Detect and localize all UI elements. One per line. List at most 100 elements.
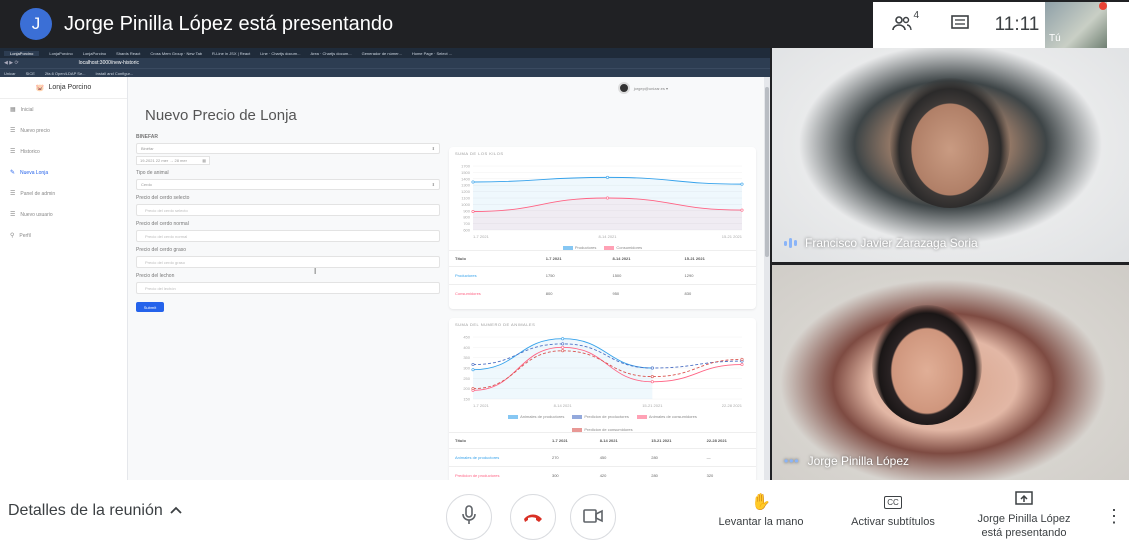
price-input[interactable]: Precio del cerdo normal [136,230,440,242]
browser-tab[interactable]: Area · Chartjs docum... [310,51,351,56]
presenting-button[interactable]: Jorge Pinilla López está presentando [958,488,1090,540]
legend-label: Predicion de consumidores [584,427,633,432]
data-point[interactable] [650,380,654,384]
browser-tab[interactable]: Shards React [116,51,140,56]
browser-tab[interactable]: LonjaPorcino [83,51,106,56]
people-button[interactable]: 4 [873,2,931,48]
user-menu[interactable]: jorgep@unizar.es ▾ [634,86,668,91]
legend-swatch [604,245,615,250]
browser-tab[interactable]: Line · Chartjs docum... [260,51,300,56]
browser-tab[interactable]: Home Page · Select ... [412,51,452,56]
week-date-value: 19-2021 22 mer → 28 mer [140,158,187,163]
table-row: Animales de productores 270 450 280— [449,448,756,467]
tipo-select[interactable]: Cerdo ⬍ [136,179,440,190]
self-video-tile[interactable]: Tú [1045,2,1107,48]
data-point[interactable] [740,363,744,367]
data-point[interactable] [561,349,565,353]
camera-button[interactable] [570,494,616,540]
legend-item[interactable]: Consumidores [604,245,642,250]
lonja-select-value: Binéfar [141,146,154,151]
table-cell: 1500 [606,266,679,285]
data-point[interactable] [471,387,475,391]
browser-tab[interactable]: Generador de númer... [362,51,402,56]
price-input[interactable]: Precio del lechón [136,282,440,294]
select-arrow-icon: ⬍ [431,182,435,187]
data-point[interactable] [561,342,565,346]
tipo-select-value: Cerdo [141,182,152,187]
x-tick-label: 22-28 2021 [722,403,743,408]
data-point[interactable] [606,196,610,200]
app-content: jorgep@unizar.es ▾ Nuevo Precio de Lonja… [128,77,764,480]
legend-item[interactable]: Animales de productores [508,414,564,419]
user-avatar[interactable] [617,82,630,94]
lonja-select[interactable]: Binéfar ⬍ [136,143,440,154]
browser-tab[interactable]: LonjaPorcino [4,50,40,56]
captions-button[interactable]: CC Activar subtítulos [838,492,948,528]
bookmark-item[interactable]: 2fa.6 Open/LDAP Se... [45,71,86,76]
data-point[interactable] [471,368,475,372]
data-point[interactable] [561,337,565,341]
table-cell: 1290 [678,266,756,285]
sidebar-item-label: Nuevo precio [20,127,50,134]
legend-item[interactable]: Predicion de consumidores [572,427,633,432]
data-point[interactable] [650,366,654,370]
row-label: Productores [449,266,540,285]
browser-tab[interactable]: R-Line in JSX | React [212,51,250,56]
microphone-icon [462,504,476,530]
calendar-icon: ▦ [202,158,206,163]
y-tick-label: 1000 [461,202,471,207]
data-point[interactable] [650,375,654,379]
browser-address-bar: ◀ ▶ ⟳ localhost:3000/new-historic [0,58,770,68]
sidebar-item-panel-de-admin[interactable]: ☰ Panel de admin [0,183,127,204]
sidebar-item-inicial[interactable]: ▦ Inicial [0,99,127,120]
data-point[interactable] [740,208,744,212]
hand-icon: ✋ [751,494,771,511]
data-point[interactable] [740,182,744,186]
raise-hand-button[interactable]: ✋ Levantar la mano [706,492,816,528]
participant-name-tag: Francisco Javier Zarazaga Soria [784,236,978,250]
more-options-icon[interactable]: ⋮ [1105,506,1123,527]
participant-count: 4 [913,10,919,21]
price-input-placeholder: Precio del cerdo selecto [145,207,188,213]
sidebar-item-label: Nueva Lonja [20,169,49,176]
participant-tile[interactable]: ••• Jorge Pinilla López [772,265,1129,480]
participant-tile[interactable]: Francisco Javier Zarazaga Soria [772,48,1129,262]
week-date-picker[interactable]: 19-2021 22 mer → 28 mer ▦ [136,156,210,165]
sidebar-item-nuevo-usuario[interactable]: ☰ Nuevo usuario [0,204,127,225]
participant-name-tag: ••• Jorge Pinilla López [784,454,909,468]
bookmark-item[interactable]: SICE [26,71,35,76]
data-point[interactable] [471,363,475,367]
legend-item[interactable]: Predicion de productores [572,414,629,419]
sidebar-item-nueva-lonja[interactable]: ✎ Nueva Lonja [0,162,127,183]
hang-up-button[interactable] [510,494,556,540]
page-scrollbar[interactable] [764,77,770,480]
sidebar-item-historico[interactable]: ☰ Historico [0,141,127,162]
animales-table: Título 1-7 2021 8-14 2021 15-21 2021 22-28 2… [449,432,756,480]
meeting-top-controls: 4 11:11 Tú [873,2,1129,48]
price-input[interactable]: Precio del cerdo selecto [136,204,440,216]
kilos-card: SUMA DE LOS KILOS 1700 1500 1400 1300 1200 11… [449,147,756,309]
table-cell: — [700,448,756,467]
price-input[interactable]: Precio del cerdo graso [136,256,440,268]
bookmark-item[interactable]: Unicar [4,71,16,76]
legend-item[interactable]: Productores [562,245,596,250]
scroll-thumb[interactable] [765,87,769,257]
microphone-button[interactable] [446,494,492,540]
sidebar-item-nuevo-precio[interactable]: ☰ Nuevo precio [0,120,127,141]
sidebar-item-label: Perfil [19,232,31,239]
data-point[interactable] [561,345,565,349]
browser-tab[interactable]: LonjaPorcino [49,51,72,56]
data-point[interactable] [471,180,475,184]
data-point[interactable] [471,210,475,214]
sidebar-item-perfil[interactable]: ⚲ Perfil [0,225,127,246]
lonja-section-label: BINEFAR [136,134,158,140]
legend-label: Animales de consumidores [648,414,697,419]
bookmark-item[interactable]: Install and Configur... [96,71,134,76]
legend-item[interactable]: Animales de consumidores [636,414,697,419]
browser-tab[interactable]: Cross Mem Group · New Tab [150,51,202,56]
submit-button[interactable]: Submit [136,302,164,312]
data-point[interactable] [606,175,610,179]
chat-button[interactable] [931,2,989,48]
data-point[interactable] [740,357,744,361]
meeting-details-button[interactable]: Detalles de la reunión [8,502,183,520]
